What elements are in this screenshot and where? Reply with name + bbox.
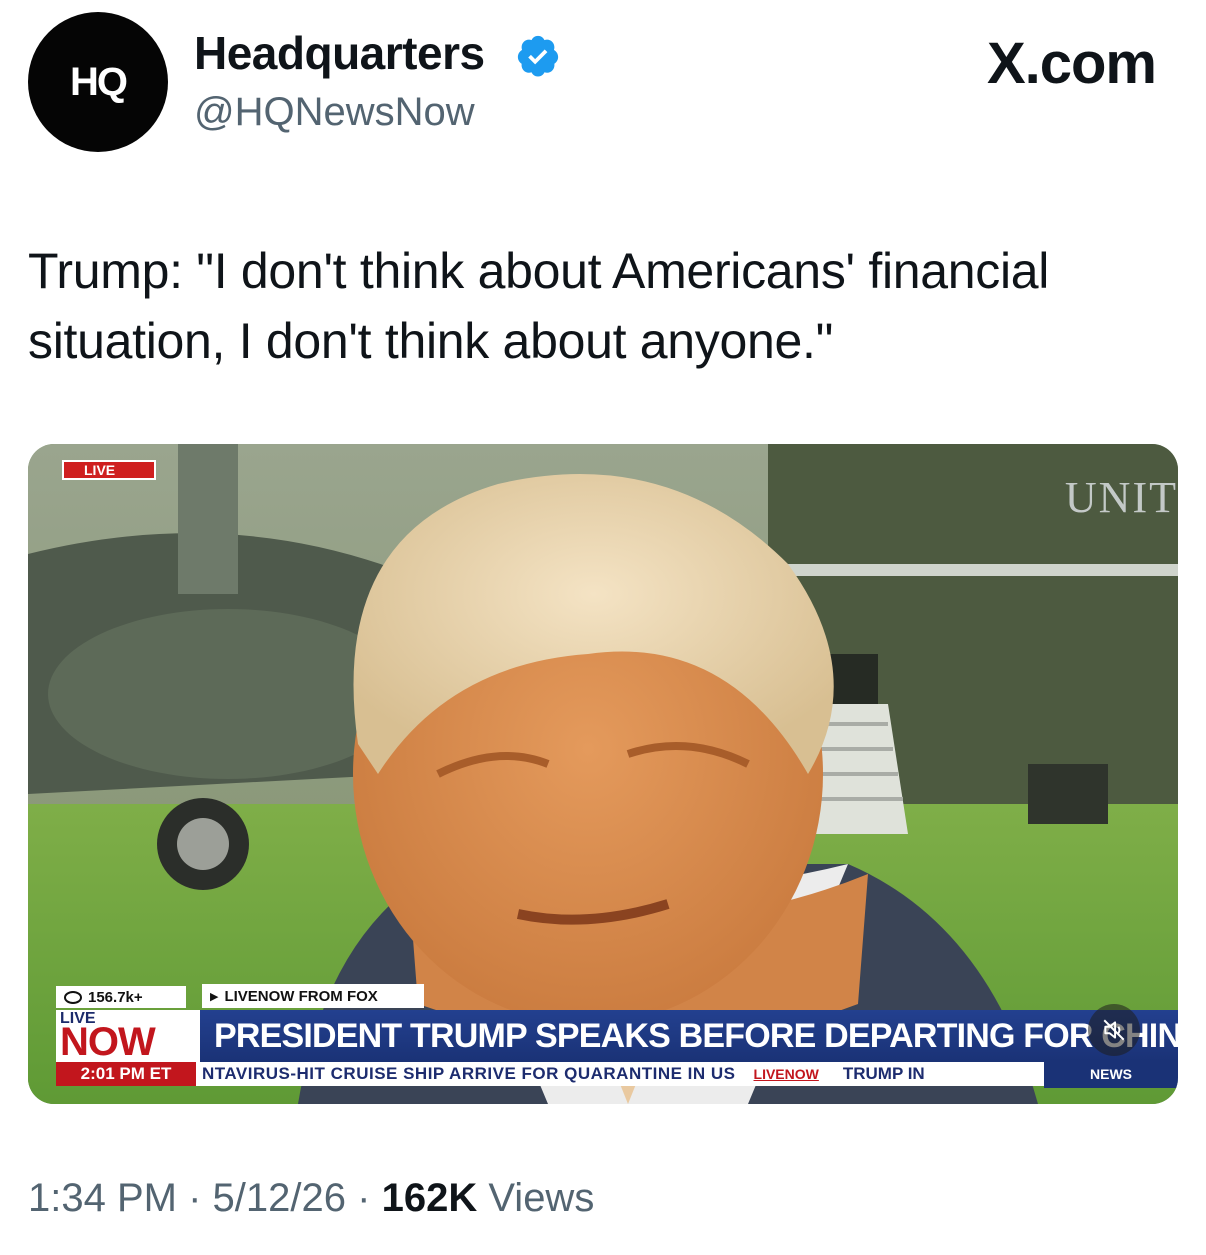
meta-separator: · <box>188 1176 202 1220</box>
mute-button[interactable] <box>1088 1004 1140 1056</box>
verified-badge-icon <box>517 35 559 77</box>
news-ticker: NTAVIRUS-HIT CRUISE SHIP ARRIVE FOR QUAR… <box>196 1062 1178 1086</box>
eye-icon <box>64 990 82 1004</box>
broadcast-time: 2:01 PM ET <box>56 1062 196 1086</box>
video-player[interactable]: LIVE UNIT 156.7k+ ▶ LIVENOW FROM FOX LIV… <box>28 444 1178 1104</box>
network-news-logo: NEWS <box>1044 1060 1178 1088</box>
live-badge: LIVE <box>62 460 156 480</box>
livenow-logo: LIVE NOW <box>56 1010 200 1062</box>
avatar-logo-text: HQ <box>70 59 128 104</box>
ticker-livenow-logo: LIVENOW <box>753 1066 819 1082</box>
author-handle[interactable]: @HQNewsNow <box>194 90 475 135</box>
views-label[interactable]: Views <box>488 1176 594 1220</box>
viewer-count-value: 156.7k+ <box>88 988 143 1006</box>
tweet-time[interactable]: 1:34 PM <box>28 1176 177 1220</box>
tweet-date[interactable]: 5/12/26 <box>213 1176 346 1220</box>
play-triangle-icon: ▶ <box>210 990 219 1003</box>
mute-icon <box>1103 1019 1125 1041</box>
avatar[interactable]: HQ <box>28 12 168 152</box>
x-logo-wordmark: X.com <box>986 31 1157 96</box>
video-frame <box>28 444 1178 1104</box>
tweet-text: Trump: "I don't think about Americans' f… <box>28 243 1050 369</box>
meta-separator-2: · <box>357 1176 371 1220</box>
tweet-meta: 1:34 PM · 5/12/26 · 162K Views <box>28 1176 594 1221</box>
ticker-text: NTAVIRUS-HIT CRUISE SHIP ARRIVE FOR QUAR… <box>202 1064 736 1083</box>
author-display-name[interactable]: Headquarters <box>194 26 485 80</box>
helicopter-text: UNIT <box>1064 473 1178 522</box>
source-tag: ▶ LIVENOW FROM FOX <box>202 984 424 1008</box>
source-text: LIVENOW FROM FOX <box>224 987 378 1005</box>
ticker-second-text: TRUMP IN <box>842 1064 925 1083</box>
chyron-headline: PRESIDENT TRUMP SPEAKS BEFORE DEPARTING … <box>200 1010 1178 1062</box>
viewer-count: 156.7k+ <box>56 986 186 1008</box>
views-count[interactable]: 162K <box>382 1176 478 1220</box>
livenow-logo-big: NOW <box>60 1020 156 1064</box>
